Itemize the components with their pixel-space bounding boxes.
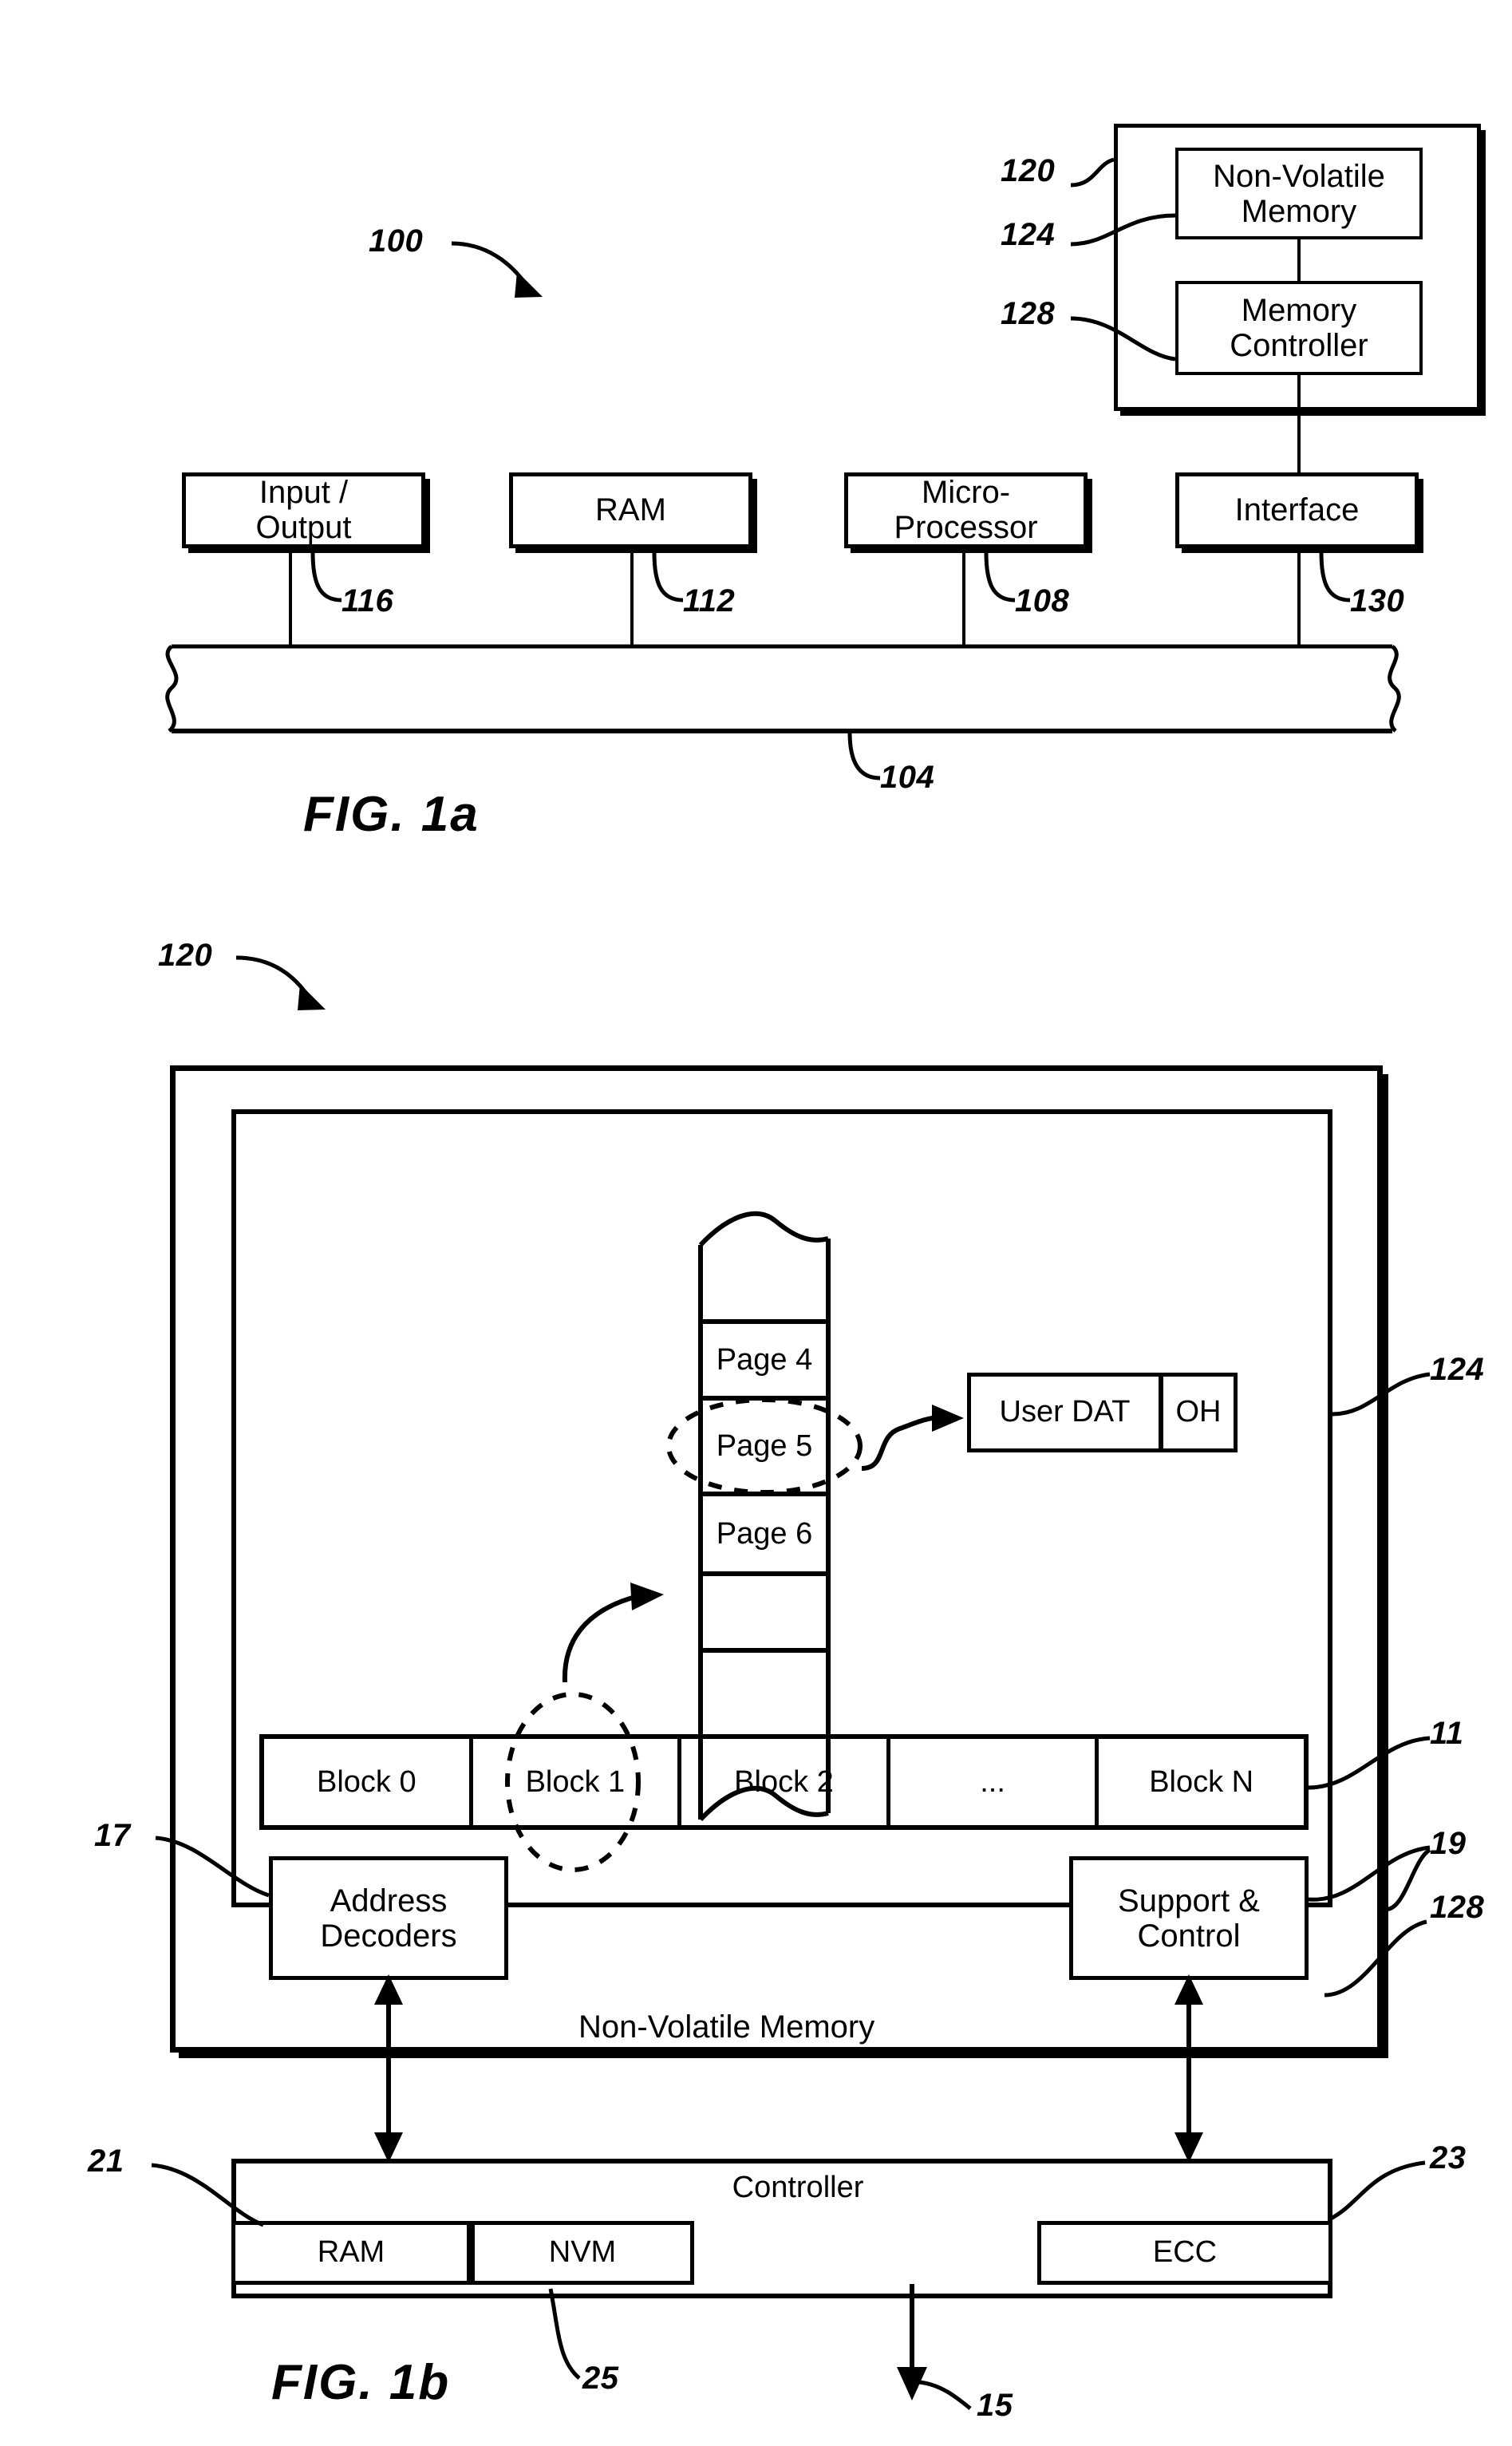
ref-104-leader	[847, 732, 881, 780]
patent-figure-sheet: 100 Non-Volatile Memory Memory Controlle…	[0, 0, 1512, 2446]
figure-1a: 100 Non-Volatile Memory Memory Controlle…	[0, 0, 1512, 862]
figure-1b: 120 Page 4 Page 5 Page 6 User DAT OH 124…	[0, 878, 1512, 2446]
host-bus-arrow	[897, 2284, 972, 2410]
ref-104: 104	[880, 760, 935, 795]
figure-1a-caption: FIG. 1a	[303, 787, 480, 842]
ref-15: 15	[977, 2388, 1013, 2423]
figure-1b-caption: FIG. 1b	[271, 2355, 451, 2410]
